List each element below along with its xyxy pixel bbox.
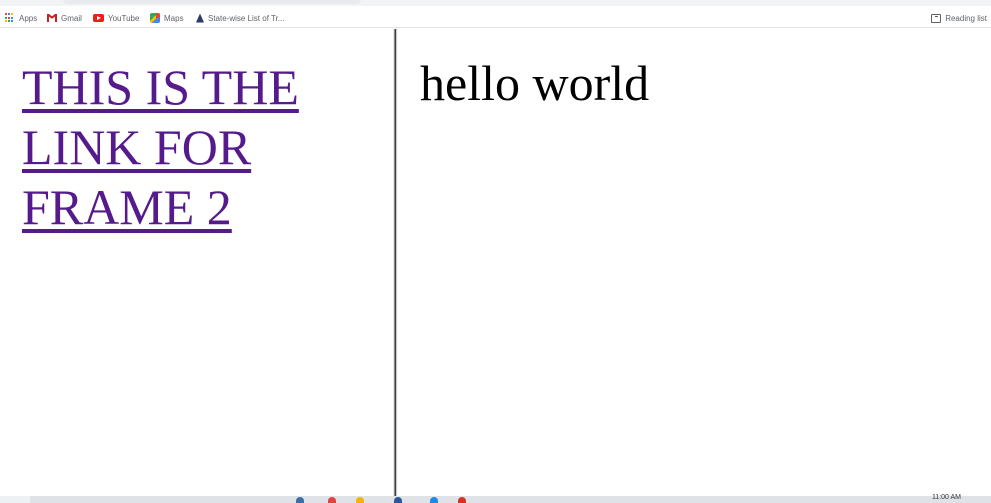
taskbar-clock: 11:00 AM <box>931 494 961 501</box>
frame-left: THIS IS THE LINK FOR FRAME 2 <box>0 29 393 496</box>
taskbar-app-icon[interactable] <box>458 497 466 503</box>
bookmark-label: Gmail <box>61 13 82 23</box>
address-bar[interactable] <box>62 0 362 4</box>
bookmark-label: YouTube <box>108 13 140 23</box>
gmail-icon <box>47 14 57 22</box>
reading-list-icon <box>931 13 942 23</box>
taskbar-search[interactable] <box>0 496 30 503</box>
hello-world-text: hello world <box>420 55 650 111</box>
youtube-icon <box>93 14 104 22</box>
file-explorer-icon[interactable] <box>356 497 364 503</box>
reading-list-label: Reading list <box>945 13 987 23</box>
frame-right: hello world <box>398 29 991 496</box>
bookmark-label: Maps <box>164 13 184 23</box>
bookmark-gmail[interactable]: Gmail <box>47 11 82 25</box>
site-icon <box>196 13 204 23</box>
taskbar-app-icon[interactable] <box>296 497 304 503</box>
maps-icon <box>150 13 160 23</box>
taskbar-app-icon[interactable] <box>394 497 402 503</box>
chrome-icon[interactable] <box>328 497 336 503</box>
bookmark-state-wise-list[interactable]: State-wise List of Tr... <box>196 11 284 25</box>
bookmark-youtube[interactable]: YouTube <box>93 11 139 25</box>
bookmark-label: Apps <box>19 13 38 23</box>
bookmark-label: State-wise List of Tr... <box>208 13 285 23</box>
frame-2-link[interactable]: THIS IS THE LINK FOR FRAME 2 <box>22 57 362 237</box>
bookmark-maps[interactable]: Maps <box>150 11 184 25</box>
bookmarks-bar: Apps Gmail YouTube Maps State-wise List … <box>0 6 991 28</box>
bookmark-apps[interactable]: Apps <box>5 11 37 25</box>
taskbar: 11:00 AM <box>0 494 991 503</box>
taskbar-app-icon[interactable] <box>430 497 438 503</box>
reading-list-button[interactable]: Reading list <box>931 11 987 25</box>
apps-grid-icon <box>5 13 15 23</box>
